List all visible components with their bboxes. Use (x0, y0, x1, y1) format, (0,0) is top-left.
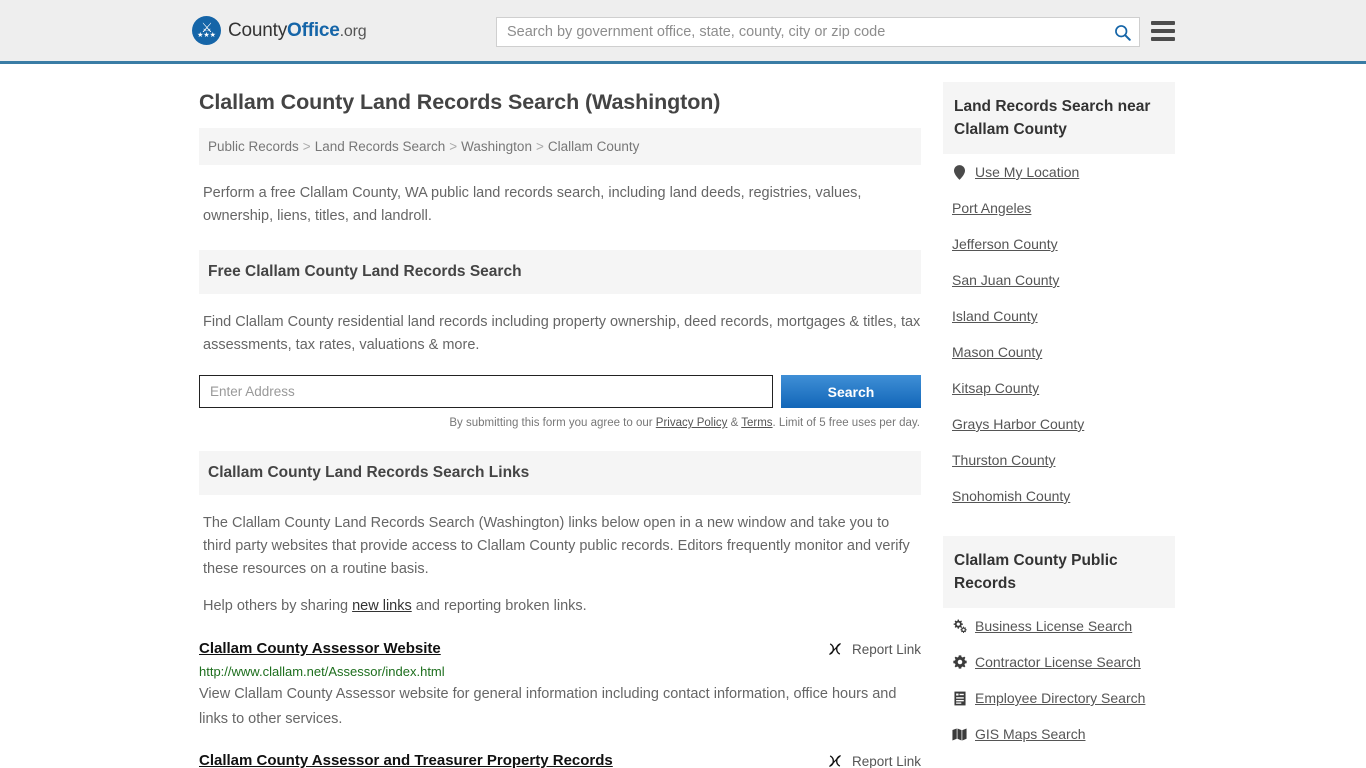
hamburger-bar (1151, 29, 1175, 33)
help-suffix: and reporting broken links. (411, 598, 587, 614)
page-container: Clallam County Land Records Search (Wash… (0, 64, 1366, 768)
sidebar-item-thurston-county[interactable]: Thurston County (943, 442, 1175, 478)
address-input[interactable] (199, 375, 773, 408)
breadcrumb: Public Records > Land Records Search > Washi… (199, 128, 921, 165)
brand-part-1: County (228, 19, 288, 41)
sidebar-near-list: Use My Location Port Angeles Jefferson C… (943, 154, 1175, 514)
site-logo[interactable]: ⚔ ★★★ CountyOffice.org (192, 16, 367, 45)
map-pin-icon (952, 164, 967, 180)
sidebar-link-label[interactable]: GIS Maps Search (975, 726, 1086, 742)
sidebar-item-jefferson-county[interactable]: Jefferson County (943, 226, 1175, 262)
sidebar-link-label[interactable]: Port Angeles (952, 200, 1031, 216)
address-search-form: Search (199, 375, 921, 408)
report-link-label: Report Link (851, 753, 921, 768)
cogs-icon (952, 619, 967, 633)
free-search-heading: Free Clallam County Land Records Search (199, 250, 921, 294)
sidebar-item-snohomish-county[interactable]: Snohomish County (943, 478, 1175, 514)
page-title: Clallam County Land Records Search (Wash… (199, 90, 721, 114)
sidebar-link-label[interactable]: Employee Directory Search (975, 690, 1145, 706)
sidebar-link-label[interactable]: Business License Search (975, 618, 1132, 634)
breadcrumb-item-clallam-county[interactable]: Clallam County (548, 139, 640, 154)
sidebar-link-label[interactable]: San Juan County (952, 272, 1059, 288)
sidebar-item-grays-harbor-county[interactable]: Grays Harbor County (943, 406, 1175, 442)
link-result-description: View Clallam County Assessor website for… (199, 686, 897, 727)
breadcrumb-separator: > (302, 139, 311, 154)
links-section-heading: Clallam County Land Records Search Links (199, 451, 921, 495)
map-icon (952, 728, 967, 741)
link-result-url: http://www.clallam.net/Assessor/index.ht… (199, 664, 445, 679)
sidebar-item-port-angeles[interactable]: Port Angeles (943, 190, 1175, 226)
help-prefix: Help others by sharing (203, 598, 353, 614)
report-link-button[interactable]: Report Link (827, 640, 921, 657)
sidebar-link-label[interactable]: Thurston County (952, 452, 1056, 468)
list-document-icon (952, 691, 967, 706)
search-input[interactable] (497, 18, 1105, 46)
address-search-button[interactable]: Search (781, 375, 921, 408)
legal-suffix: . Limit of 5 free uses per day. (772, 417, 920, 429)
terms-link[interactable]: Terms (741, 417, 772, 429)
main-content: Clallam County Land Records Search (Wash… (199, 64, 921, 768)
new-links-link[interactable]: new links (352, 598, 412, 614)
sidebar-link-label[interactable]: Grays Harbor County (952, 416, 1084, 432)
report-link-label: Report Link (851, 641, 921, 657)
legal-amp: & (727, 417, 742, 429)
sidebar-item-mason-county[interactable]: Mason County (943, 334, 1175, 370)
sidebar-item-use-my-location[interactable]: Use My Location (943, 154, 1175, 190)
link-result-header: Clallam County Assessor and Treasurer Pr… (199, 752, 921, 768)
privacy-policy-link[interactable]: Privacy Policy (656, 417, 728, 429)
hamburger-menu-icon[interactable] (1151, 21, 1175, 41)
breadcrumb-separator: > (449, 139, 458, 154)
sidebar: Land Records Search near Clallam County … (943, 64, 1175, 768)
hamburger-bar (1151, 21, 1175, 25)
report-link-button[interactable]: Report Link (827, 752, 921, 768)
sidebar-item-kitsap-county[interactable]: Kitsap County (943, 370, 1175, 406)
links-section-help-text: Help others by sharing new links and rep… (203, 595, 921, 618)
gear-icon (952, 655, 967, 669)
free-search-description: Find Clallam County residential land rec… (203, 314, 921, 353)
brand-part-2: Office (287, 19, 340, 41)
brand-part-3: .org (339, 22, 367, 40)
sidebar-item-contractor-license-search[interactable]: Contractor License Search (943, 644, 1175, 680)
sidebar-public-records-heading: Clallam County Public Records (943, 536, 1175, 608)
legal-prefix: By submitting this form you agree to our (449, 417, 656, 429)
broken-link-icon (827, 641, 843, 657)
eagle-shield-logo-icon: ⚔ ★★★ (192, 16, 221, 45)
links-section-paragraph: The Clallam County Land Records Search (… (203, 515, 910, 577)
sidebar-link-label[interactable]: Contractor License Search (975, 654, 1141, 670)
sidebar-public-records-list: Business License Search Contractor Licen… (943, 608, 1175, 752)
site-search-box[interactable] (496, 17, 1140, 47)
hamburger-bar (1151, 37, 1175, 41)
sidebar-link-label[interactable]: Mason County (952, 344, 1042, 360)
sidebar-item-business-license-search[interactable]: Business License Search (943, 608, 1175, 644)
sidebar-item-island-county[interactable]: Island County (943, 298, 1175, 334)
link-result-title[interactable]: Clallam County Assessor Website (199, 640, 441, 657)
breadcrumb-separator: > (535, 139, 544, 154)
link-result-header: Clallam County Assessor Website Report L… (199, 640, 921, 657)
broken-link-icon (827, 753, 843, 768)
breadcrumb-item-washington[interactable]: Washington (461, 139, 532, 154)
sidebar-link-label[interactable]: Jefferson County (952, 236, 1058, 252)
sidebar-item-san-juan-county[interactable]: San Juan County (943, 262, 1175, 298)
search-icon[interactable] (1105, 18, 1139, 46)
form-legal-text: By submitting this form you agree to our… (199, 417, 921, 429)
breadcrumb-item-public-records[interactable]: Public Records (208, 139, 299, 154)
link-result-item: Clallam County Assessor Website Report L… (199, 640, 921, 732)
sidebar-near-heading: Land Records Search near Clallam County (943, 82, 1175, 154)
sidebar-item-gis-maps-search[interactable]: GIS Maps Search (943, 716, 1175, 752)
brand-wordmark: CountyOffice.org (228, 19, 367, 42)
page-intro-text: Perform a free Clallam County, WA public… (203, 185, 862, 224)
sidebar-link-label[interactable]: Snohomish County (952, 488, 1070, 504)
breadcrumb-item-land-records-search[interactable]: Land Records Search (315, 139, 446, 154)
sidebar-link-label[interactable]: Use My Location (975, 164, 1079, 180)
link-result-item: Clallam County Assessor and Treasurer Pr… (199, 752, 921, 768)
site-header: ⚔ ★★★ CountyOffice.org (0, 0, 1366, 64)
sidebar-link-label[interactable]: Kitsap County (952, 380, 1039, 396)
link-result-title[interactable]: Clallam County Assessor and Treasurer Pr… (199, 752, 613, 768)
sidebar-item-employee-directory-search[interactable]: Employee Directory Search (943, 680, 1175, 716)
sidebar-link-label[interactable]: Island County (952, 308, 1038, 324)
